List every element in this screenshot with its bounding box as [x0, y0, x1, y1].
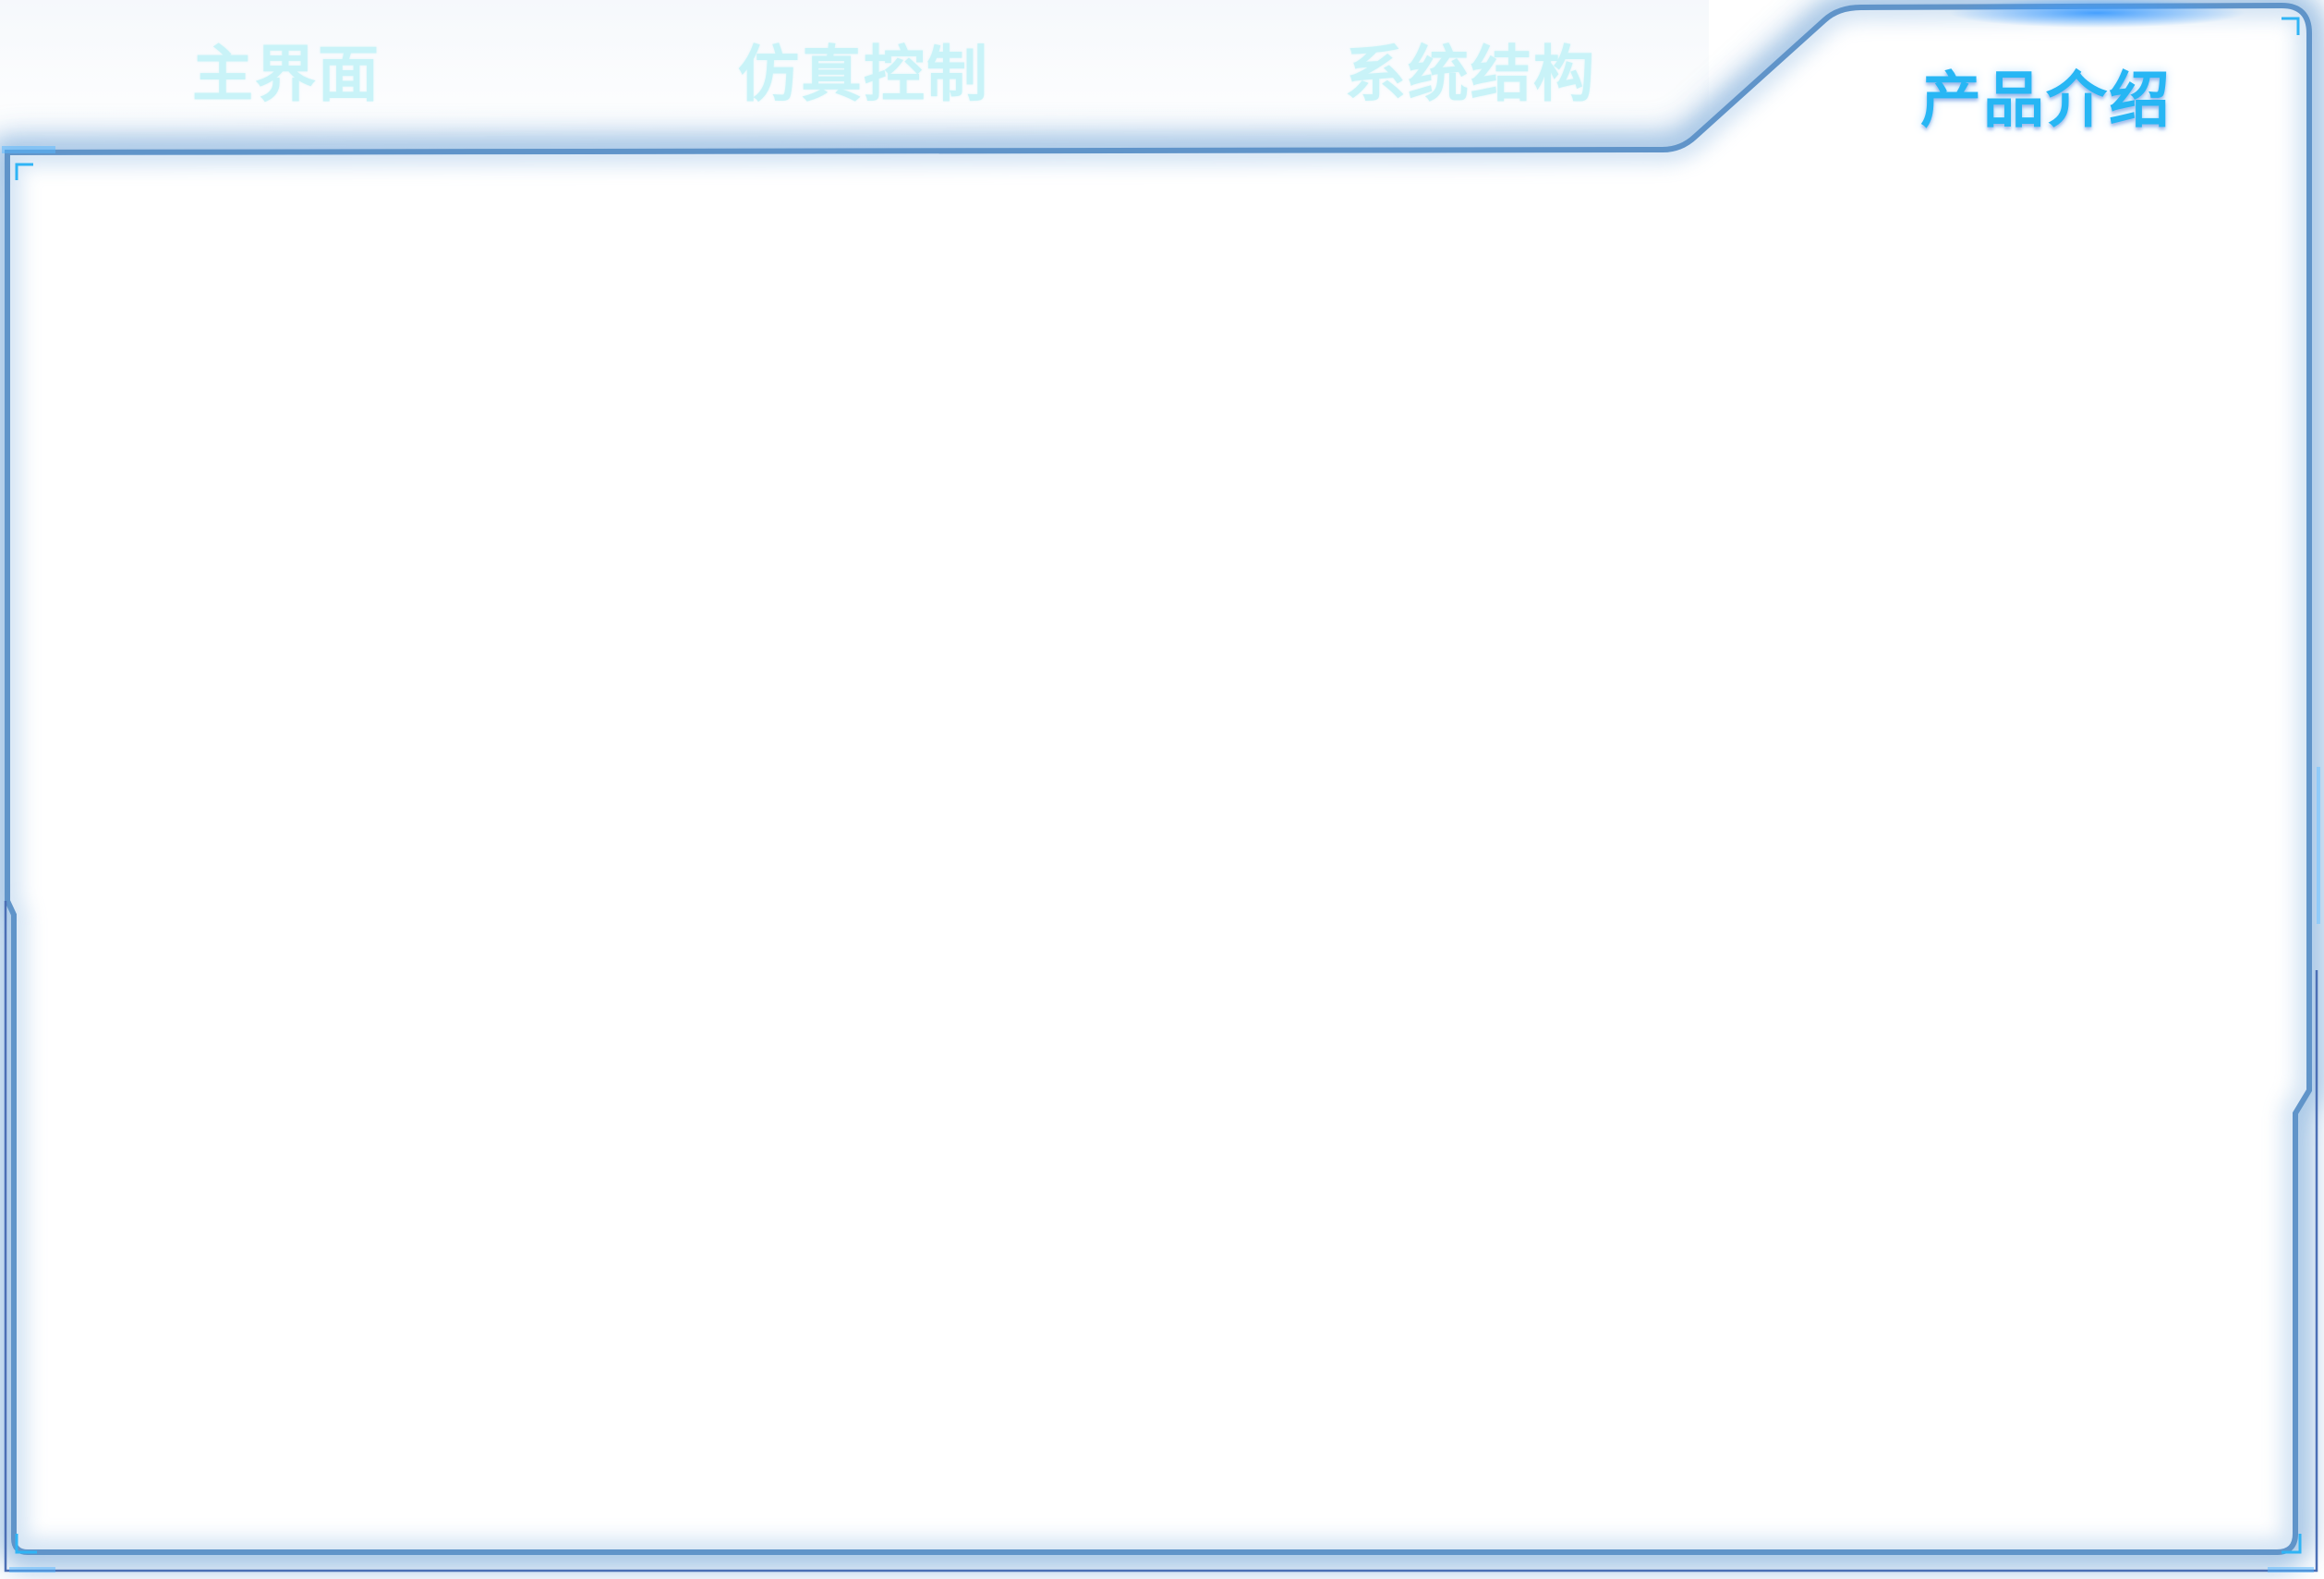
tab-simulation-control[interactable]: 仿真控制 [716, 28, 1011, 111]
tab-main-interface[interactable]: 主界面 [139, 28, 434, 111]
tab-product-introduction[interactable]: 产品介绍 [1898, 54, 2194, 137]
content-area [55, 185, 2263, 1497]
app-window: 主界面 仿真控制 系统结构 产品介绍 [0, 0, 2324, 1579]
tab-system-structure[interactable]: 系统结构 [1323, 28, 1618, 111]
